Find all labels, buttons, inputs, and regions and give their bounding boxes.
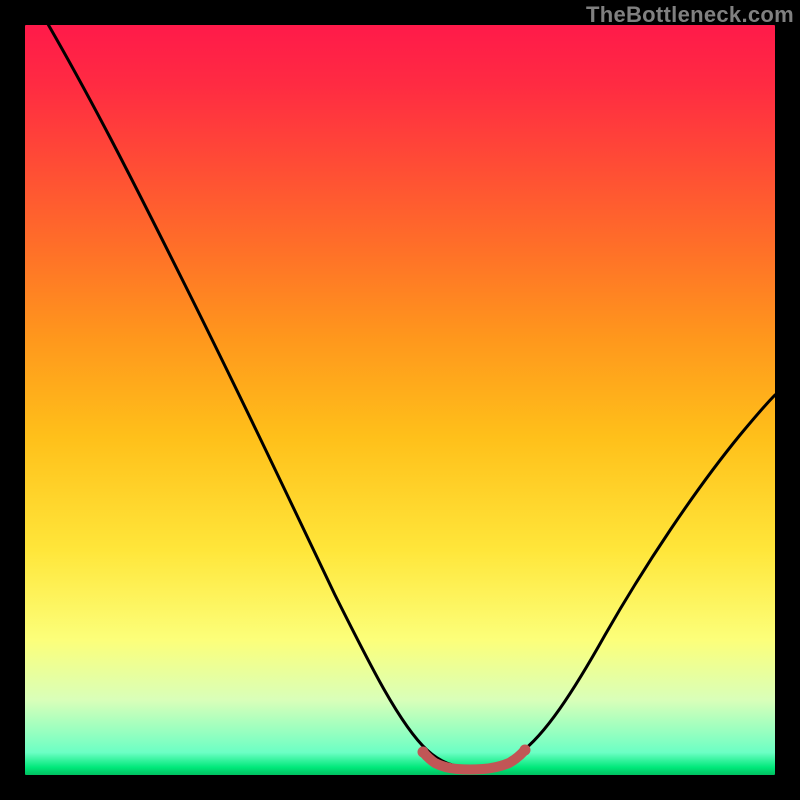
chart-frame: TheBottleneck.com [0,0,800,800]
accent-end-right [520,745,531,756]
main-curve-path [25,25,775,768]
accent-basin-path [423,750,525,770]
accent-end-left [418,747,429,758]
plot-area [25,25,775,775]
bottleneck-curve [25,25,775,775]
watermark-text: TheBottleneck.com [586,2,794,28]
